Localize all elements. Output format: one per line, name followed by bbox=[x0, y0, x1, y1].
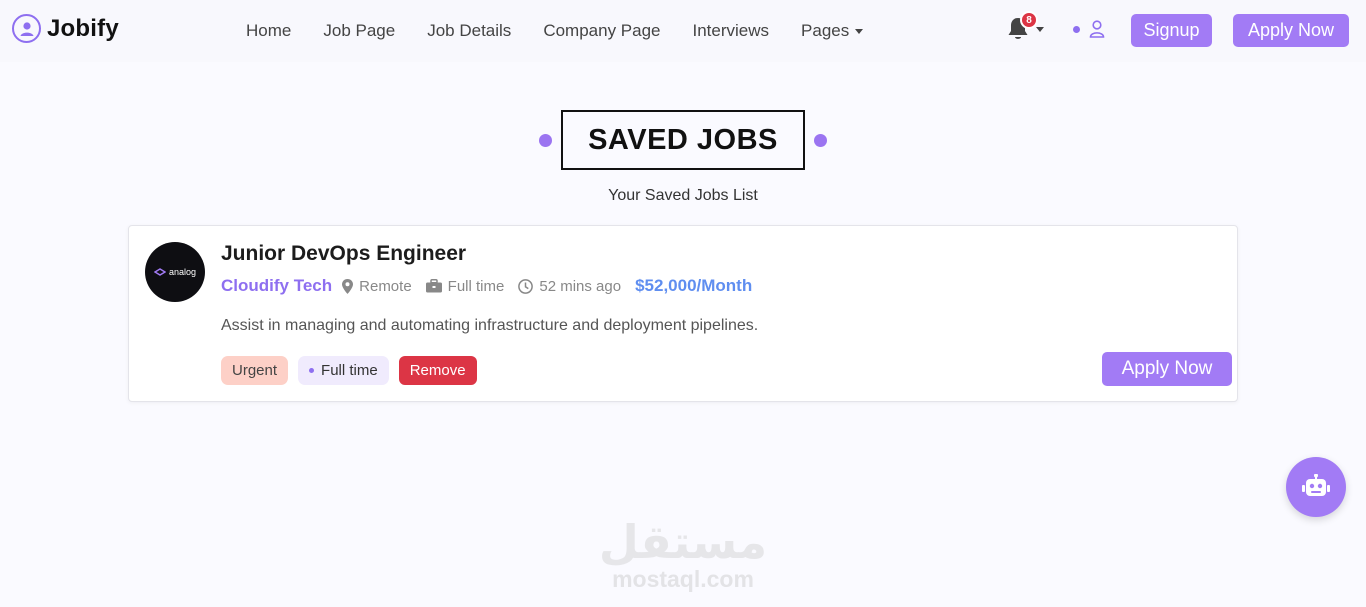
job-type: Full time bbox=[425, 277, 505, 295]
status-dot bbox=[1073, 25, 1080, 33]
job-title[interactable]: Junior DevOps Engineer bbox=[221, 242, 466, 266]
full-time-badge-label: Full time bbox=[321, 362, 378, 379]
salary: $52,000/Month bbox=[635, 276, 753, 295]
saved-job-card: analog Junior DevOps Engineer Cloudify T… bbox=[128, 225, 1238, 402]
nav-links: Home Job Page Job Details Company Page I… bbox=[230, 0, 879, 62]
analog-logo-icon bbox=[153, 268, 166, 276]
nav-interviews[interactable]: Interviews bbox=[677, 21, 786, 41]
nav-job-details[interactable]: Job Details bbox=[411, 21, 527, 41]
watermark-arabic: مستقل bbox=[598, 515, 768, 569]
chatbot-button[interactable] bbox=[1286, 457, 1346, 517]
bullet-dot bbox=[309, 368, 315, 373]
nav-company-page[interactable]: Company Page bbox=[527, 21, 676, 41]
remove-button[interactable]: Remove bbox=[398, 356, 477, 385]
urgent-badge: Urgent bbox=[221, 356, 289, 385]
job-description: Assist in managing and automating infras… bbox=[221, 317, 759, 334]
watermark-latin: mostaql.com bbox=[612, 566, 754, 592]
decorative-dot-left bbox=[539, 134, 552, 147]
brand-logo[interactable]: Jobify bbox=[12, 14, 119, 43]
logo-text: analog bbox=[168, 267, 197, 277]
job-meta: Cloudify Tech Remote Full time 52 mins a… bbox=[221, 276, 752, 296]
user-icon bbox=[1089, 20, 1105, 38]
job-type-text: Full time bbox=[447, 277, 505, 295]
user-circle-icon bbox=[12, 14, 41, 43]
user-menu[interactable] bbox=[1073, 20, 1105, 38]
apply-now-button[interactable]: Apply Now bbox=[1233, 14, 1349, 47]
decorative-dot-right bbox=[814, 134, 827, 147]
top-navbar: Jobify Home Job Page Job Details Company… bbox=[0, 0, 1366, 62]
nav-pages-label: Pages bbox=[801, 21, 850, 40]
page-subtitle: Your Saved Jobs List bbox=[608, 187, 758, 204]
robot-icon bbox=[1302, 474, 1330, 496]
briefcase-icon bbox=[425, 279, 442, 293]
nav-home[interactable]: Home bbox=[230, 21, 307, 41]
page-title: SAVED JOBS bbox=[561, 110, 805, 170]
chevron-down-icon bbox=[1036, 26, 1044, 32]
job-apply-now-button[interactable]: Apply Now bbox=[1102, 352, 1232, 386]
signup-button[interactable]: Signup bbox=[1131, 14, 1212, 47]
chevron-down-icon bbox=[855, 28, 864, 34]
nav-job-page[interactable]: Job Page bbox=[307, 21, 411, 41]
full-time-badge: Full time bbox=[298, 356, 389, 385]
job-tags: Urgent Full time Remove bbox=[221, 356, 477, 385]
notification-count-badge: 8 bbox=[1020, 11, 1038, 29]
job-posted: 52 mins ago bbox=[518, 278, 621, 295]
notifications-dropdown[interactable]: 8 bbox=[1006, 11, 1044, 42]
brand-name: Jobify bbox=[47, 14, 119, 42]
posted-time-text: 52 mins ago bbox=[539, 277, 622, 295]
location-text: Remote bbox=[359, 277, 412, 295]
clock-icon bbox=[518, 278, 534, 294]
map-pin-icon bbox=[342, 278, 354, 294]
job-location: Remote bbox=[342, 278, 412, 295]
company-name[interactable]: Cloudify Tech bbox=[221, 276, 332, 296]
nav-pages-dropdown[interactable]: Pages bbox=[785, 21, 879, 41]
company-logo: analog bbox=[145, 242, 205, 302]
